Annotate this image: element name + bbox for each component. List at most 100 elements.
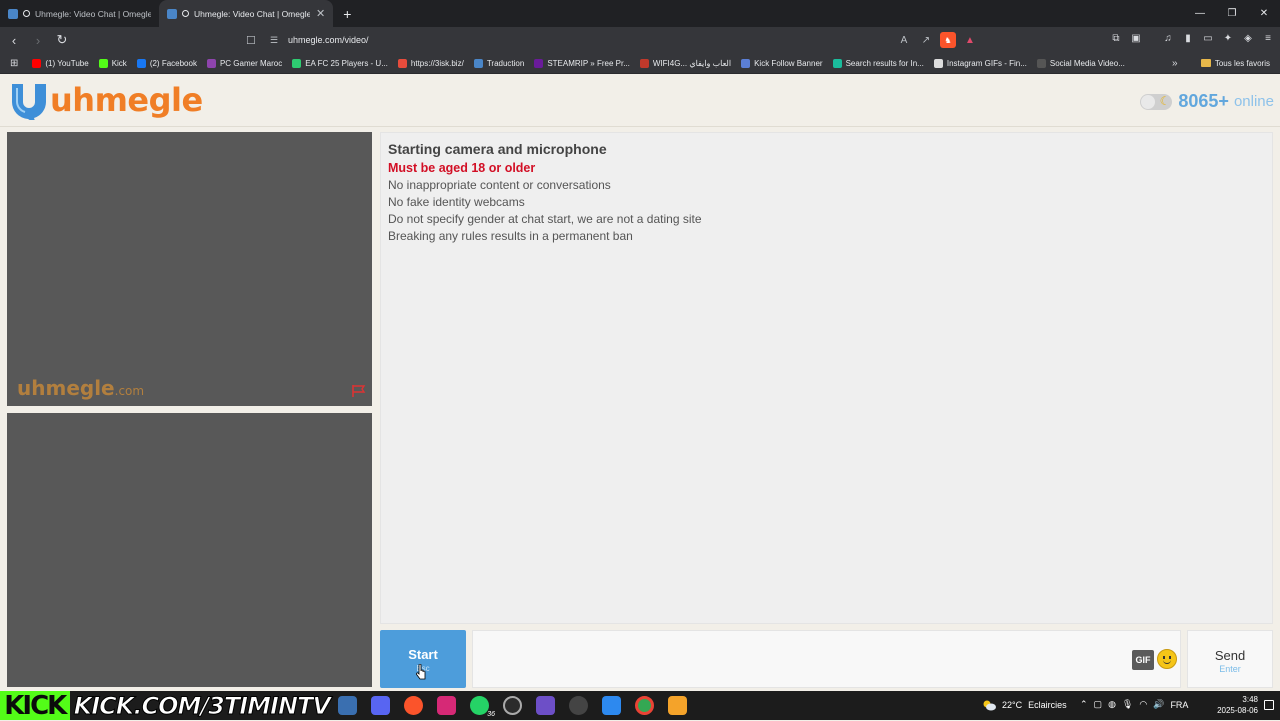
url-actions: A ↗ ♞ ▲ [896, 30, 978, 50]
bookmarks-bar: ⊞ (1) YouTube Kick (2) Facebook PC Gamer Ma… [0, 53, 1280, 74]
bookmark-item[interactable]: Kick [98, 58, 127, 68]
folder-icon [1200, 59, 1211, 67]
language-indicator[interactable]: FRA [1170, 700, 1188, 710]
bookmark-favicon-icon [98, 58, 108, 68]
bookmark-label: (2) Facebook [149, 58, 197, 68]
bookmark-item[interactable]: STEAMRIP » Free Pr... [534, 58, 630, 68]
chrome-icon[interactable] [635, 696, 654, 715]
online-count: 8065+ [1178, 91, 1229, 111]
start-label: Start [408, 647, 438, 662]
browser-tabstrip: Uhmegle: Video Chat | Omegle A Uhmegle: … [0, 0, 1280, 27]
game-app-icon[interactable] [536, 696, 555, 715]
extensions-icon[interactable]: ⧉ [1108, 30, 1124, 46]
bookmark-favicon-icon [136, 58, 146, 68]
wallet-icon[interactable]: ▭ [1200, 30, 1216, 46]
brave-rewards-icon[interactable]: ▲ [962, 32, 978, 48]
browser-tab-2[interactable]: Uhmegle: Video Chat | Omegle ✕ [159, 0, 334, 27]
all-bookmarks-label: Tous les favoris [1214, 58, 1270, 68]
menu-icon[interactable]: ≡ [1260, 30, 1276, 46]
discord-icon[interactable] [371, 696, 390, 715]
bookmark-favicon-icon [397, 58, 407, 68]
microphone-icon[interactable]: 🎙 [1122, 699, 1133, 710]
bookmark-item[interactable]: PC Gamer Maroc [206, 58, 283, 68]
share-icon[interactable]: ↗ [918, 32, 934, 48]
tray-app-icon[interactable]: ▢ [1094, 699, 1103, 710]
url-bar[interactable]: ☐ ☰ uhmegle.com/video/ [246, 30, 986, 50]
obs-icon[interactable] [503, 696, 522, 715]
close-tab-icon[interactable]: ✕ [316, 7, 325, 20]
translate-icon[interactable]: A [896, 32, 912, 48]
site-header: uhmegle ☾ 8065+ online [0, 74, 1280, 127]
sidebar-icon[interactable]: ▮ [1180, 30, 1196, 46]
notifications-icon[interactable] [1264, 700, 1274, 710]
os-taskbar: KICK KICK.COM/3TIMINTV 36 22°C Eclaircie… [0, 691, 1280, 721]
bookmark-item[interactable]: Kick Follow Banner [741, 58, 823, 68]
vpn-app-icon[interactable] [602, 696, 621, 715]
status-title: Starting camera and microphone [388, 141, 607, 157]
brave-shields-icon[interactable]: ♞ [940, 32, 956, 48]
back-icon[interactable]: ‹ [4, 30, 24, 50]
chat-log: Starting camera and microphone Must be a… [380, 132, 1273, 624]
recording-dot-icon [23, 10, 30, 17]
message-input[interactable]: GIF [472, 630, 1181, 688]
minimize-icon[interactable]: — [1184, 0, 1216, 27]
search-app-icon[interactable] [338, 696, 357, 715]
bookmark-item[interactable]: Instagram GIFs - Fin... [933, 58, 1027, 68]
volume-icon[interactable]: 🔊 [1153, 699, 1164, 710]
forward-icon[interactable]: › [28, 30, 48, 50]
emoji-icon[interactable] [1157, 649, 1177, 669]
bookmark-item[interactable]: (2) Facebook [136, 58, 197, 68]
browser-tools: ⧉ ▣ ♫ ▮ ▭ ✦ ◈ ≡ [1108, 30, 1276, 50]
screenshot-icon[interactable]: ▣ [1128, 30, 1144, 46]
browser-tab-1[interactable]: Uhmegle: Video Chat | Omegle A [0, 0, 159, 27]
media-icon[interactable]: ♫ [1160, 30, 1176, 46]
page: uhmegle ☾ 8065+ online uhmegle.com Start… [0, 74, 1280, 691]
reload-icon[interactable]: ↻ [52, 30, 72, 50]
send-button[interactable]: Send Enter [1187, 630, 1273, 688]
brave-icon[interactable] [404, 696, 423, 715]
chat-controls: Start Esc GIF Send Enter [380, 630, 1273, 688]
bookmark-favicon-icon [32, 58, 42, 68]
report-flag-icon[interactable] [351, 384, 367, 398]
vpn-icon[interactable]: ◈ [1240, 30, 1256, 46]
bookmark-item[interactable]: Traduction [473, 58, 525, 68]
bookmark-item[interactable]: (1) YouTube [32, 58, 89, 68]
dark-mode-toggle[interactable]: ☾ [1140, 93, 1173, 110]
more-bookmarks-button[interactable]: » [1172, 58, 1178, 69]
bookmark-item[interactable]: EA FC 25 Players - U... [292, 58, 388, 68]
site-logo[interactable]: uhmegle [8, 80, 203, 120]
kick-overlay-banner: KICK KICK.COM/3TIMINTV [0, 691, 332, 721]
tray-chevron-icon[interactable]: ⌃ [1080, 699, 1088, 710]
bookmark-favicon-icon [933, 58, 943, 68]
bookmark-item[interactable]: Search results for In... [832, 58, 924, 68]
uhmegle-logo-icon [11, 84, 46, 120]
site-info-icon[interactable]: ☰ [270, 35, 288, 46]
bookmark-item[interactable]: WIFI4G... العاب وايفاي [639, 58, 731, 68]
gif-button[interactable]: GIF [1132, 650, 1154, 670]
bookmark-label: EA FC 25 Players - U... [305, 58, 388, 68]
tray-network-icon[interactable]: ◍ [1108, 699, 1116, 710]
clock[interactable]: 3:48 2025-08-06 [1217, 694, 1258, 716]
clock-time: 3:48 [1242, 695, 1258, 704]
close-window-icon[interactable]: ✕ [1248, 0, 1280, 27]
apps-grid-icon[interactable]: ⊞ [10, 58, 18, 69]
clock-date: 2025-08-06 [1217, 706, 1258, 715]
whatsapp-icon[interactable]: 36 [470, 696, 495, 718]
new-tab-button[interactable]: + [343, 6, 351, 22]
bookmark-label: PC Gamer Maroc [219, 58, 283, 68]
bookmark-item[interactable]: https://3isk.biz/ [397, 58, 464, 68]
url-text[interactable]: uhmegle.com/video/ [288, 35, 369, 45]
warning-app-icon[interactable] [668, 696, 687, 715]
rule-item: No inappropriate content or conversation… [388, 178, 611, 192]
all-bookmarks-button[interactable]: Tous les favoris [1200, 58, 1270, 68]
weather-widget[interactable]: 22°C Eclaircies [982, 699, 1067, 711]
media-player-icon[interactable] [569, 696, 588, 715]
bookmark-label: Traduction [486, 58, 525, 68]
system-tray: ⌃ ▢ ◍ 🎙 ◠ 🔊 FRA [1080, 699, 1188, 710]
restore-icon[interactable]: ❐ [1216, 0, 1248, 27]
leo-ai-icon[interactable]: ✦ [1220, 30, 1236, 46]
instagram-icon[interactable] [437, 696, 456, 715]
bookmark-item[interactable]: Social Media Video... [1036, 58, 1125, 68]
bookmark-icon[interactable]: ☐ [246, 34, 270, 47]
wifi-icon[interactable]: ◠ [1139, 699, 1147, 710]
